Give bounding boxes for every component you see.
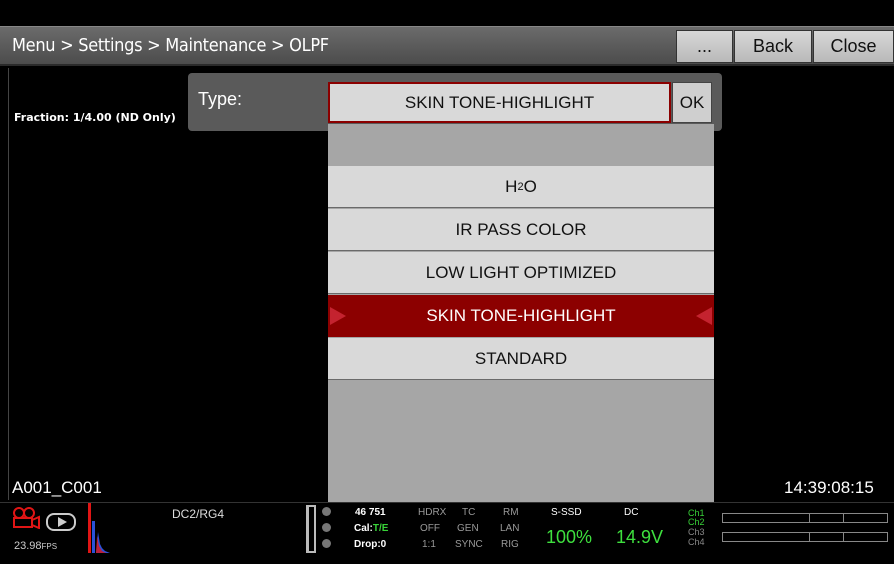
tc-sync: SYNC [455, 539, 483, 550]
fps-readout: 23.98FPS [14, 540, 58, 552]
ok-button[interactable]: OK [672, 82, 712, 123]
hdrx-value: OFF [420, 523, 440, 534]
hdrx-ratio: 1:1 [422, 539, 436, 550]
option-skin-tone-highlight[interactable]: SKIN TONE-HIGHLIGHT [328, 295, 714, 337]
temp-readout: 46 751 [355, 507, 386, 518]
power-value: 14.9V [616, 527, 664, 547]
title-bar: Menu > Settings > Maintenance > OLPF ...… [0, 26, 894, 66]
cal-readout: Cal:T/E [354, 523, 389, 534]
option-standard[interactable]: STANDARD [328, 338, 714, 380]
type-select[interactable]: SKIN TONE-HIGHLIGHT [328, 82, 671, 123]
selection-left-arrow-icon [330, 307, 346, 325]
back-button[interactable]: Back [734, 30, 812, 63]
status-dot [322, 507, 331, 516]
rm-rig: RIG [501, 539, 519, 550]
rm-label: RM [503, 507, 519, 518]
hdrx-label: HDRX [418, 507, 447, 518]
status-dot [322, 523, 331, 532]
selection-right-arrow-icon [696, 307, 712, 325]
tc-label: TC [462, 507, 476, 518]
audio-meter-ch34 [722, 532, 888, 542]
timecode: 14:39:08:15 [784, 478, 874, 497]
level-indicator [306, 505, 316, 553]
media-value: 100% [546, 527, 593, 547]
power-label: DC [624, 507, 639, 518]
media-label: S-SSD [551, 507, 582, 518]
close-button[interactable]: Close [813, 30, 894, 63]
rgb-meter-icon [88, 503, 96, 553]
clip-name: A001_C001 [12, 478, 102, 497]
option-low-light-optimized[interactable]: LOW LIGHT OPTIMIZED [328, 252, 714, 294]
type-panel: Type: SKIN TONE-HIGHLIGHT OK [188, 73, 722, 131]
type-dropdown-list: H2O IR PASS COLOR LOW LIGHT OPTIMIZED SK… [328, 124, 714, 510]
breadcrumb: Menu > Settings > Maintenance > OLPF [12, 35, 329, 56]
playback-icon[interactable] [46, 513, 76, 531]
status-dot [322, 539, 331, 548]
channel-4-label: Ch4 [688, 537, 705, 547]
more-button[interactable]: ... [676, 30, 733, 63]
audio-meter-ch12 [722, 513, 888, 523]
tc-value: GEN [457, 523, 479, 534]
drop-readout: Drop:0 [354, 539, 387, 550]
histogram-icon [96, 532, 110, 553]
look-readout: DC2/RG4 [172, 507, 225, 521]
fraction-readout: Fraction: 1/4.00 (ND Only) [14, 111, 176, 124]
channel-3-label: Ch3 [688, 527, 705, 537]
type-label: Type: [198, 89, 243, 109]
option-h2o[interactable]: H2O [328, 166, 714, 208]
record-camera-icon[interactable] [12, 507, 40, 529]
option-ir-pass-color[interactable]: IR PASS COLOR [328, 209, 714, 251]
rm-value: LAN [500, 523, 520, 534]
channel-2-label: Ch2 [688, 517, 705, 527]
